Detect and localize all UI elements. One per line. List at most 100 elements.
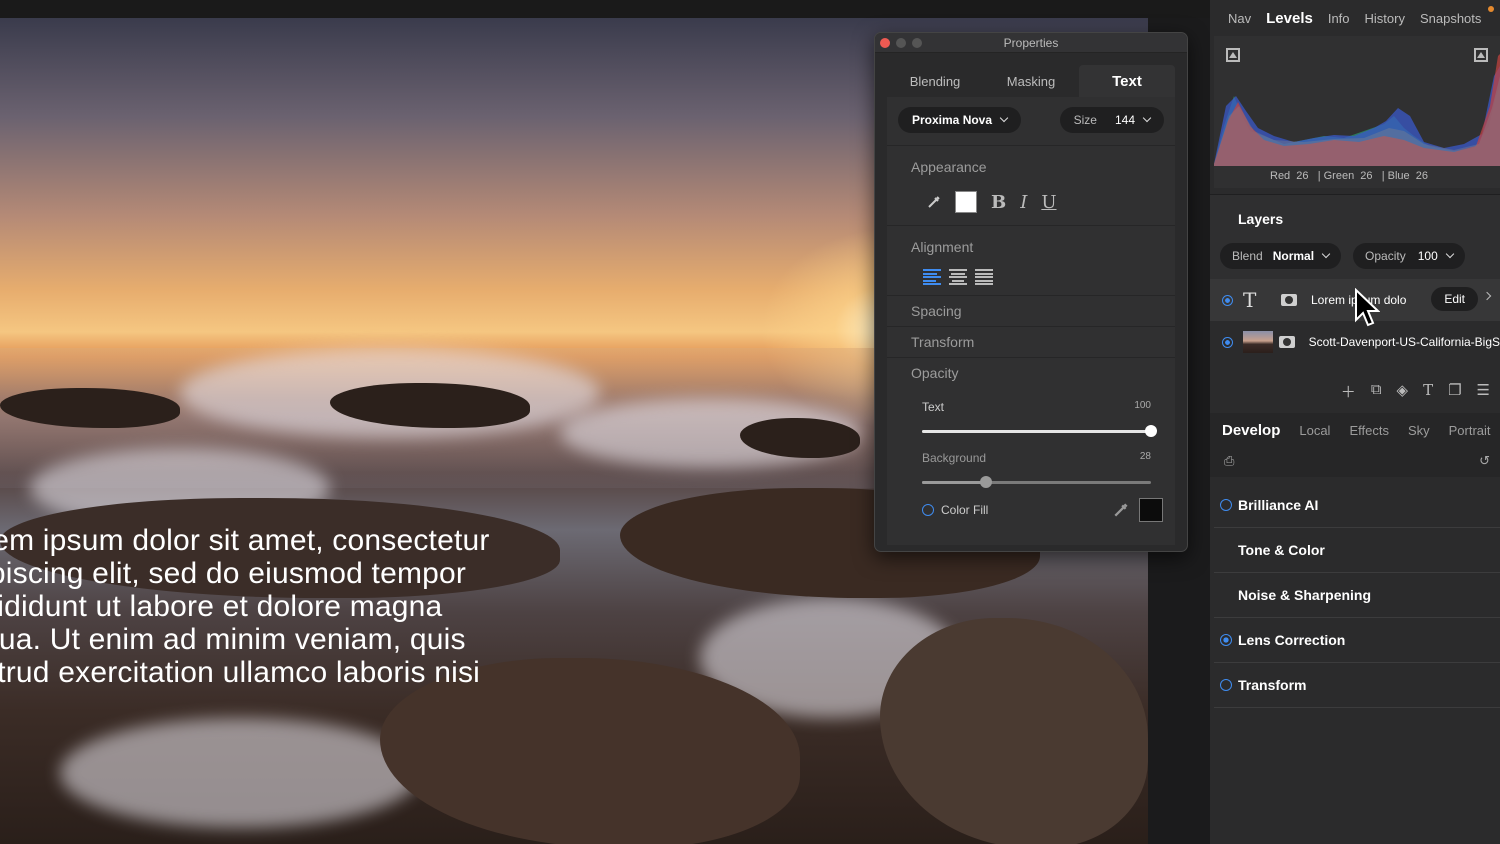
duplicate-layer-icon[interactable]: ⧉ <box>1371 381 1382 413</box>
reset-icon[interactable]: ↺ <box>1479 453 1490 477</box>
color-fill-row: Color Fill <box>887 484 1175 522</box>
fill-bucket-icon[interactable]: ◈ <box>1397 381 1409 413</box>
edit-layer-button[interactable]: Edit <box>1431 287 1478 311</box>
levels-histogram: Red 26 | Green 26 | Blue 26 <box>1214 36 1500 188</box>
section-brilliance-ai[interactable]: Brilliance AI <box>1214 483 1500 528</box>
export-preset-icon[interactable]: ⎙ <box>1224 453 1234 477</box>
add-text-icon[interactable]: T <box>1423 381 1433 413</box>
color-fill-radio[interactable] <box>922 504 934 516</box>
tab-effects[interactable]: Effects <box>1349 423 1389 438</box>
tab-local[interactable]: Local <box>1299 423 1330 438</box>
appearance-tools: B I U <box>887 175 1175 225</box>
section-tone-color[interactable]: Tone & Color <box>1214 528 1500 573</box>
tab-levels[interactable]: Levels <box>1266 10 1313 27</box>
section-toggle-radio[interactable] <box>1220 634 1232 646</box>
spacing-section[interactable]: Spacing <box>887 295 1175 326</box>
section-label: Tone & Color <box>1238 542 1325 558</box>
color-fill-label: Color Fill <box>941 503 989 517</box>
opacity-section[interactable]: Opacity <box>887 357 1175 388</box>
spacing-heading: Spacing <box>911 303 962 319</box>
background-opacity-label: Background <box>922 451 987 465</box>
slider-handle[interactable] <box>1145 425 1157 437</box>
app-window: rem ipsum dolor sit amet, consectetur ip… <box>0 0 1500 844</box>
tab-history[interactable]: History <box>1365 11 1405 26</box>
tab-portrait[interactable]: Portrait <box>1449 423 1491 438</box>
eyedropper-icon[interactable] <box>1113 502 1129 518</box>
tab-nav[interactable]: Nav <box>1228 11 1251 26</box>
section-lens-correction[interactable]: Lens Correction <box>1214 618 1500 663</box>
section-toggle-radio[interactable] <box>1220 499 1232 511</box>
copy-icon[interactable]: ❐ <box>1448 381 1461 413</box>
text-properties-body: Proxima Nova Size 144 Appearance B I U A… <box>887 97 1175 545</box>
appearance-section[interactable]: Appearance <box>887 145 1175 175</box>
layers-controls: Blend Normal Opacity 100 <box>1210 237 1500 279</box>
alignment-section[interactable]: Alignment <box>887 225 1175 255</box>
layers-heading: Layers <box>1210 195 1500 237</box>
tab-sky[interactable]: Sky <box>1408 423 1430 438</box>
text-opacity-slider-group: Text 100 Background 28 <box>887 400 1175 488</box>
bold-button[interactable]: B <box>991 192 1006 213</box>
tab-develop[interactable]: Develop <box>1222 422 1280 439</box>
section-label: Noise & Sharpening <box>1238 587 1372 603</box>
shadow-clipping-icon <box>1229 52 1237 58</box>
size-dropdown[interactable]: Size 144 <box>1059 107 1164 133</box>
align-center-icon[interactable] <box>949 269 967 285</box>
underline-button[interactable]: U <box>1041 192 1056 213</box>
background-opacity-value: 28 <box>1139 451 1151 462</box>
fill-color-swatch[interactable] <box>1139 498 1163 522</box>
blend-mode-dropdown[interactable]: Blend Normal <box>1220 243 1342 269</box>
text-layer-overlay[interactable]: rem ipsum dolor sit amet, consectetur ip… <box>0 524 582 689</box>
add-layer-icon[interactable]: ＋ <box>1341 381 1356 413</box>
section-noise-sharpening[interactable]: Noise & Sharpening <box>1214 573 1500 618</box>
align-justify-icon[interactable] <box>975 269 993 285</box>
section-label: Brilliance AI <box>1238 497 1319 513</box>
text-layer-icon: T <box>1243 288 1257 312</box>
develop-toolbar: ⎙ ↺ <box>1210 447 1500 477</box>
properties-titlebar[interactable]: Properties <box>875 33 1187 53</box>
layer-mask-icon[interactable] <box>1281 294 1297 306</box>
opacity-label: Opacity <box>1365 249 1406 263</box>
chevron-right-icon[interactable] <box>1482 291 1492 301</box>
layer-opacity-dropdown[interactable]: Opacity 100 <box>1353 243 1465 269</box>
section-transform[interactable]: Transform <box>1214 663 1500 708</box>
top-bar <box>0 0 1210 18</box>
layer-visibility-radio[interactable] <box>1222 294 1233 306</box>
tab-snapshots[interactable]: Snapshots <box>1420 11 1481 26</box>
opacity-heading: Opacity <box>911 365 959 381</box>
properties-panel[interactable]: Properties Blending Masking Text Proxima… <box>874 32 1188 552</box>
background-opacity-slider[interactable] <box>922 476 1151 488</box>
slider-handle[interactable] <box>980 476 993 488</box>
section-label: Transform <box>1238 677 1307 693</box>
text-color-swatch[interactable] <box>955 191 977 213</box>
chevron-down-icon <box>1445 249 1455 259</box>
layer-name: Scott-Davenport-US-California-BigS <box>1308 335 1500 349</box>
align-left-icon[interactable] <box>923 269 941 285</box>
tab-blending[interactable]: Blending <box>887 65 983 97</box>
tab-text[interactable]: Text <box>1079 65 1175 97</box>
blend-value: Normal <box>1272 249 1315 263</box>
tab-info[interactable]: Info <box>1328 11 1350 26</box>
rgb-readout: Red 26 | Green 26 | Blue 26 <box>1270 170 1428 182</box>
size-label: Size <box>1073 113 1097 127</box>
alignment-heading: Alignment <box>911 239 974 255</box>
font-row: Proxima Nova Size 144 <box>887 107 1175 133</box>
italic-button[interactable]: I <box>1020 192 1027 213</box>
section-toggle-radio[interactable] <box>1220 679 1232 691</box>
layer-mask-icon[interactable] <box>1279 336 1295 348</box>
font-dropdown[interactable]: Proxima Nova <box>898 107 1022 133</box>
mouse-cursor-icon <box>1355 288 1380 327</box>
layer-visibility-radio[interactable] <box>1222 336 1233 348</box>
text-opacity-slider[interactable] <box>922 425 1157 437</box>
eyedropper-icon[interactable] <box>927 195 941 209</box>
histogram-graph <box>1214 54 1500 166</box>
properties-title: Properties <box>1003 36 1059 50</box>
chevron-down-icon <box>1142 113 1152 123</box>
info-tabs: Nav Levels Info History Snapshots <box>1210 0 1500 36</box>
chevron-down-icon <box>999 113 1009 123</box>
layers-stack-icon[interactable]: ☰ <box>1477 381 1490 413</box>
develop-tabs: Develop Local Effects Sky Portrait <box>1210 413 1500 447</box>
notification-dot <box>1488 6 1494 12</box>
tab-masking[interactable]: Masking <box>983 65 1079 97</box>
transform-section[interactable]: Transform <box>887 326 1175 357</box>
wave-foam <box>60 718 420 828</box>
